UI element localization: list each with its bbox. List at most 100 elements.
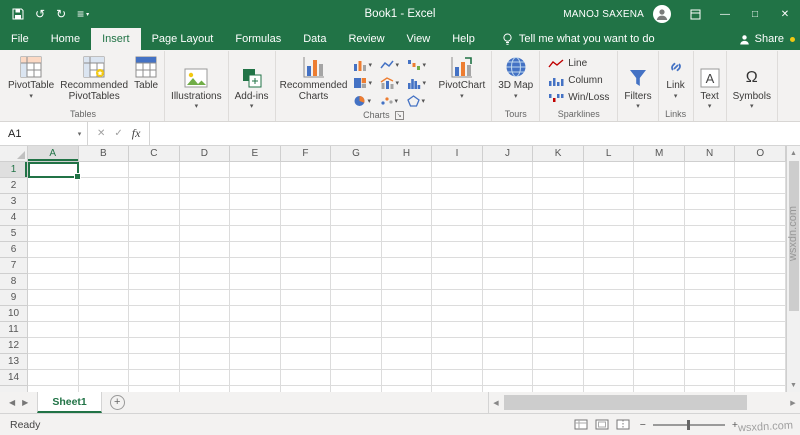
selected-cell-a1[interactable]: [28, 162, 79, 178]
grid-column[interactable]: [685, 162, 736, 392]
column-header-e[interactable]: E: [230, 146, 281, 161]
grid-column[interactable]: [281, 162, 332, 392]
row-header-8[interactable]: 8: [0, 274, 27, 290]
insert-line-chart-button[interactable]: ▾: [379, 56, 406, 74]
insert-function-icon[interactable]: fx: [132, 126, 141, 141]
charts-dialog-launcher-icon[interactable]: ↘: [395, 111, 404, 120]
save-icon[interactable]: [12, 8, 24, 20]
grid-column[interactable]: [533, 162, 584, 392]
tab-help[interactable]: Help: [441, 28, 486, 50]
3d-map-button[interactable]: 3D Map ▾: [494, 52, 537, 108]
illustrations-button[interactable]: Illustrations ▾: [167, 63, 226, 111]
zoom-slider-thumb[interactable]: [687, 420, 690, 430]
insert-scatter-chart-button[interactable]: ▾: [379, 92, 406, 110]
column-header-m[interactable]: M: [634, 146, 685, 161]
row-header-4[interactable]: 4: [0, 210, 27, 226]
zoom-out-button[interactable]: −: [640, 419, 646, 431]
column-header-j[interactable]: J: [483, 146, 534, 161]
row-header-14[interactable]: 14: [0, 370, 27, 386]
sheet-nav-left-icon[interactable]: ◀: [9, 398, 15, 407]
name-box[interactable]: A1: [0, 122, 72, 145]
scroll-left-icon[interactable]: ◀: [489, 399, 503, 407]
column-header-b[interactable]: B: [79, 146, 130, 161]
new-sheet-button[interactable]: +: [110, 395, 125, 410]
row-header-2[interactable]: 2: [0, 178, 27, 194]
vertical-scrollbar[interactable]: ▲ ▼: [786, 146, 800, 392]
close-button[interactable]: ✕: [770, 0, 800, 28]
pivottable-button[interactable]: PivotTable ▾: [4, 52, 58, 108]
tell-me-box[interactable]: Tell me what you want to do: [502, 28, 655, 50]
link-button[interactable]: Link ▾: [661, 52, 691, 108]
row-header-6[interactable]: 6: [0, 242, 27, 258]
row-header-13[interactable]: 13: [0, 354, 27, 370]
row-header-10[interactable]: 10: [0, 306, 27, 322]
avatar[interactable]: [653, 5, 671, 23]
column-header-f[interactable]: F: [281, 146, 332, 161]
grid-column[interactable]: [180, 162, 231, 392]
insert-statistic-chart-button[interactable]: ▾: [406, 74, 433, 92]
column-header-l[interactable]: L: [584, 146, 635, 161]
column-header-a[interactable]: A: [28, 146, 79, 161]
grid-column[interactable]: [634, 162, 685, 392]
horizontal-scroll-thumb[interactable]: [504, 395, 747, 410]
pivotchart-button[interactable]: PivotChart ▾: [435, 52, 490, 110]
recommended-pivottables-button[interactable]: Recommended PivotTables: [58, 52, 130, 108]
tab-file[interactable]: File: [0, 28, 40, 50]
page-break-preview-icon[interactable]: [616, 419, 630, 430]
grid-column[interactable]: [483, 162, 534, 392]
redo-icon[interactable]: ↻: [56, 7, 66, 21]
formula-input[interactable]: [150, 122, 800, 145]
row-header-5[interactable]: 5: [0, 226, 27, 242]
zoom-slider[interactable]: [653, 424, 725, 426]
recommended-charts-button[interactable]: Recommended Charts: [278, 52, 350, 110]
column-header-k[interactable]: K: [533, 146, 584, 161]
row-header-1[interactable]: 1: [0, 162, 27, 178]
addins-button[interactable]: Add-ins ▾: [231, 63, 273, 111]
row-header-3[interactable]: 3: [0, 194, 27, 210]
table-button[interactable]: Table: [130, 52, 162, 108]
normal-view-icon[interactable]: [574, 419, 588, 430]
column-header-o[interactable]: O: [735, 146, 786, 161]
column-header-i[interactable]: I: [432, 146, 483, 161]
grid-column[interactable]: [382, 162, 433, 392]
symbols-button[interactable]: Ω Symbols ▾: [729, 63, 775, 111]
scroll-up-icon[interactable]: ▲: [790, 146, 797, 160]
cell-grid[interactable]: [28, 162, 786, 392]
enter-check-icon[interactable]: ✓: [114, 128, 122, 139]
column-header-c[interactable]: C: [129, 146, 180, 161]
insert-pie-chart-button[interactable]: ▾: [352, 92, 379, 110]
customize-quick-access-icon[interactable]: ≡ ▾: [77, 7, 89, 21]
grid-column[interactable]: [432, 162, 483, 392]
grid-column[interactable]: [584, 162, 635, 392]
insert-combo-chart-button[interactable]: ▾: [379, 74, 406, 92]
insert-column-chart-button[interactable]: ▾: [352, 56, 379, 74]
grid-column[interactable]: [28, 162, 79, 392]
text-button[interactable]: A Text ▾: [696, 63, 724, 111]
column-header-g[interactable]: G: [331, 146, 382, 161]
tab-home[interactable]: Home: [40, 28, 91, 50]
row-header-12[interactable]: 12: [0, 338, 27, 354]
user-name[interactable]: MANOJ SAXENA: [563, 9, 644, 20]
row-header-11[interactable]: 11: [0, 322, 27, 338]
sheet-tab-sheet1[interactable]: Sheet1: [37, 392, 101, 413]
minimize-button[interactable]: —: [710, 0, 740, 28]
scroll-right-icon[interactable]: ▶: [786, 399, 800, 407]
tab-formulas[interactable]: Formulas: [224, 28, 292, 50]
grid-column[interactable]: [230, 162, 281, 392]
column-header-h[interactable]: H: [382, 146, 433, 161]
row-header-7[interactable]: 7: [0, 258, 27, 274]
grid-column[interactable]: [129, 162, 180, 392]
tab-view[interactable]: View: [396, 28, 442, 50]
grid-column[interactable]: [735, 162, 786, 392]
grid-column[interactable]: [331, 162, 382, 392]
insert-waterfall-chart-button[interactable]: ▾: [406, 56, 433, 74]
filters-button[interactable]: Filters ▾: [620, 63, 655, 111]
page-layout-view-icon[interactable]: [595, 419, 609, 430]
cancel-icon[interactable]: ✕: [97, 128, 105, 139]
sparkline-column-button[interactable]: Column: [544, 72, 613, 89]
column-header-n[interactable]: N: [685, 146, 736, 161]
undo-icon[interactable]: ↺: [35, 7, 45, 21]
maximize-button[interactable]: □: [740, 0, 770, 28]
insert-radar-chart-button[interactable]: ▾: [406, 92, 433, 110]
sparkline-winloss-button[interactable]: Win/Loss: [544, 89, 613, 106]
